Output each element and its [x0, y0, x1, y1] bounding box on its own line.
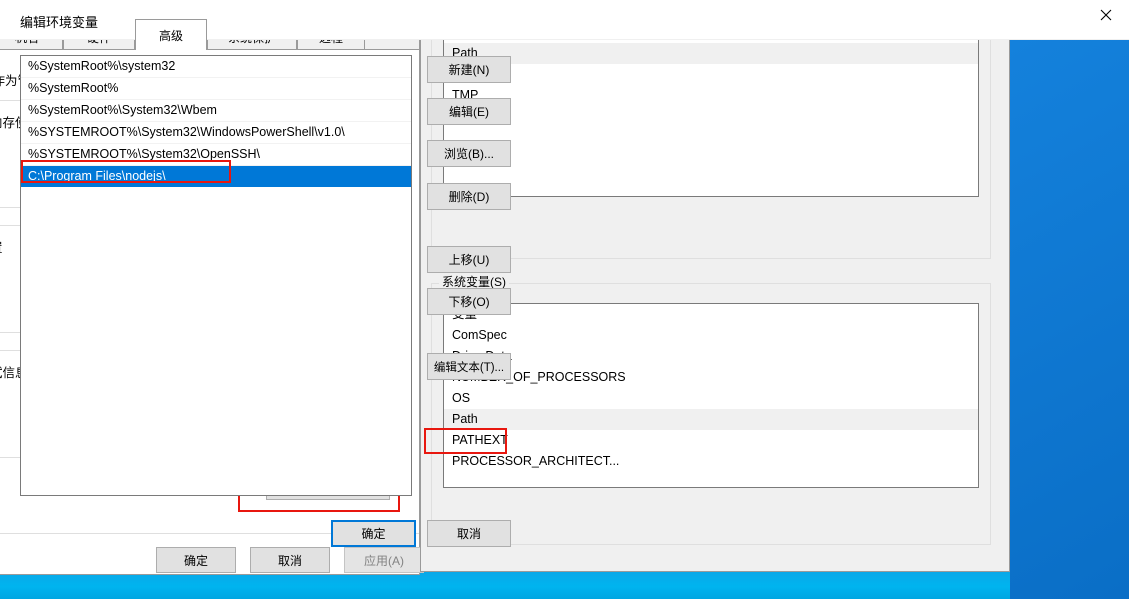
system-variable-row-os[interactable]: OS	[444, 388, 978, 409]
path-entry-row[interactable]: %SystemRoot%\System32\Wbem	[21, 100, 411, 122]
system-variable-row-comspec[interactable]: ComSpec	[444, 325, 978, 346]
system-variables-listbox[interactable]: 变量 ComSpec DriverData NUMBER_OF_PROCESSO…	[443, 303, 979, 488]
system-variable-row-pathext[interactable]: PATHEXT	[444, 430, 978, 451]
close-icon[interactable]	[1083, 0, 1129, 30]
user-variables-listbox[interactable]: 变量 Path TEMP TMP	[443, 21, 979, 197]
path-entry-row[interactable]: %SYSTEMROOT%\System32\OpenSSH\	[21, 144, 411, 166]
system-variable-row-driverdata[interactable]: DriverData	[444, 346, 978, 367]
system-variable-row-path[interactable]: Path	[444, 409, 978, 430]
user-variable-row-tmp[interactable]: TMP	[444, 85, 978, 106]
environment-variables-window: Gonw 的用户变量(U) 变量 Path TEMP TMP 系统变量(S) 变…	[420, 0, 1010, 572]
taskbar-strip	[0, 571, 1010, 599]
apply-button: 应用(A)	[344, 547, 424, 573]
system-variables-col-header: 变量	[444, 304, 978, 325]
path-entry-row[interactable]: %SystemRoot%\system32	[21, 56, 411, 78]
system-variable-row-processor-architecture[interactable]: PROCESSOR_ARCHITECT...	[444, 451, 978, 472]
ok-button[interactable]: 确定	[156, 547, 236, 573]
path-entry-row[interactable]: %SystemRoot%	[21, 78, 411, 100]
edit-dialog-ok-button[interactable]: 确定	[331, 520, 416, 547]
tab-advanced[interactable]: 高级	[135, 19, 207, 50]
user-profiles-desc: 登录帐户相关的桌面设置	[0, 237, 3, 256]
move-down-button[interactable]: 下移(O)	[427, 288, 511, 315]
edit-dialog-title: 编辑环境变量	[20, 15, 99, 30]
user-variable-row-temp[interactable]: TEMP	[444, 64, 978, 85]
edit-text-button[interactable]: 编辑文本(T)...	[427, 353, 511, 380]
system-variable-row-number-of-processors[interactable]: NUMBER_OF_PROCESSORS	[444, 367, 978, 388]
edit-dialog-cancel-button[interactable]: 取消	[427, 520, 511, 547]
user-variable-row-path[interactable]: Path	[444, 43, 978, 64]
browse-button[interactable]: 浏览(B)...	[427, 140, 511, 167]
path-entries-listbox[interactable]: %SystemRoot%\system32 %SystemRoot% %Syst…	[20, 55, 412, 496]
edit-button[interactable]: 编辑(E)	[427, 98, 511, 125]
path-entry-row-selected[interactable]: C:\Program Files\nodejs\	[21, 166, 411, 187]
path-entry-row[interactable]: %SYSTEMROOT%\System32\WindowsPowerShell\…	[21, 122, 411, 144]
delete-button[interactable]: 删除(D)	[427, 183, 511, 210]
new-button[interactable]: 新建(N)	[427, 56, 511, 83]
cancel-button[interactable]: 取消	[250, 547, 330, 573]
tab-advanced-label: 高级	[158, 28, 183, 43]
move-up-button[interactable]: 上移(U)	[427, 246, 511, 273]
